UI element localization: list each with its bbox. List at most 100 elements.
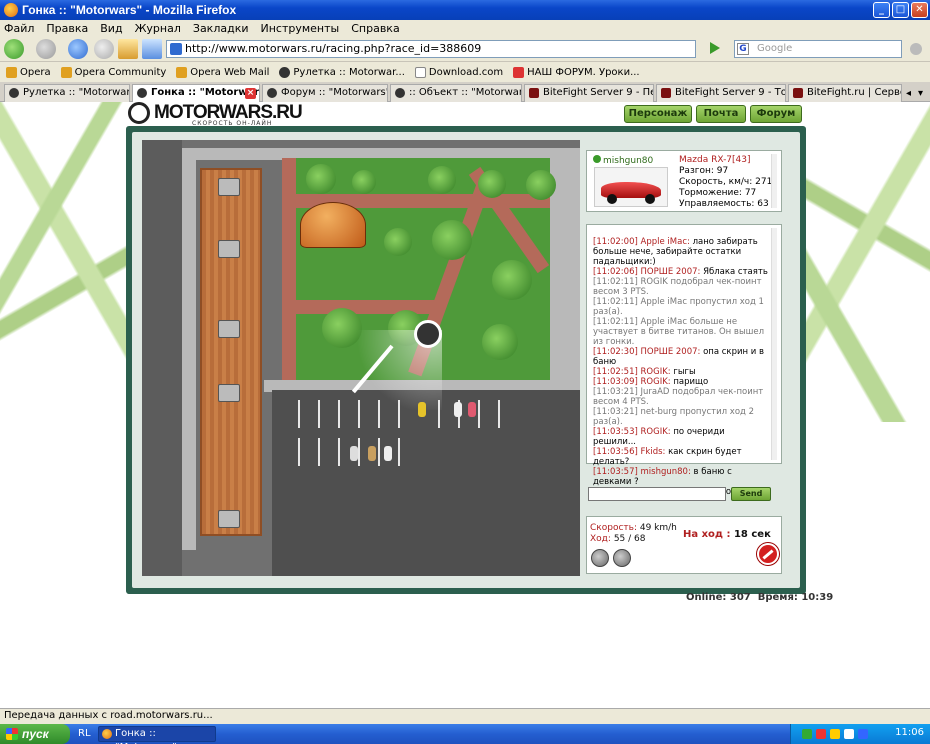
tab-list-icon[interactable]: ▾: [918, 88, 923, 99]
chat-message: [11:02:51] ROGIK: гыгы: [593, 367, 769, 377]
menu-edit[interactable]: Правка: [46, 22, 88, 35]
taskbar-firefox-task[interactable]: Гонка :: "Motorwars"...: [98, 726, 216, 744]
opponent-car[interactable]: [418, 402, 426, 417]
parking-line: [318, 438, 320, 466]
folder-icon: [6, 66, 17, 78]
chat-nick[interactable]: ROGIK:: [641, 367, 671, 377]
bookmark-item[interactable]: Download.com: [414, 66, 503, 78]
opponent-car[interactable]: [368, 446, 376, 461]
bookmark-star-icon[interactable]: [142, 39, 162, 59]
tab-bitefight-3[interactable]: BiteFight.ru | Сервер 9: [788, 84, 902, 102]
tab-race[interactable]: Гонка :: "Motorwars" ×: [132, 84, 260, 102]
map-sidewalk: [182, 160, 196, 550]
moves-readout: Ход: 55 / 68: [590, 534, 646, 544]
ac-unit-icon: [218, 240, 240, 258]
tab-roulette[interactable]: Рулетка :: "Motorwars": [4, 84, 130, 102]
start-button[interactable]: пуск: [0, 724, 70, 744]
maximize-button[interactable]: □: [892, 2, 909, 18]
tab-bitefight-1[interactable]: BiteFight Server 9 - Пе...: [524, 84, 654, 102]
menu-view[interactable]: Вид: [100, 22, 122, 35]
player-car-marker[interactable]: [414, 320, 442, 348]
language-indicator[interactable]: RL: [78, 726, 91, 742]
lightning-icon[interactable]: [591, 549, 609, 567]
minimize-button[interactable]: _: [873, 2, 890, 18]
race-map[interactable]: [142, 140, 580, 576]
ac-unit-icon: [218, 178, 240, 196]
menu-bar: Файл Правка Вид Журнал Закладки Инструме…: [0, 20, 930, 36]
back-button[interactable]: [4, 39, 24, 59]
chat-timestamp: [11:02:11]: [593, 317, 638, 327]
car-image: [594, 167, 668, 207]
opponent-car[interactable]: [468, 402, 476, 417]
stop-button[interactable]: [94, 39, 114, 59]
home-icon[interactable]: [118, 39, 138, 59]
ac-unit-icon: [218, 320, 240, 338]
opponent-car[interactable]: [384, 446, 392, 461]
menu-file[interactable]: Файл: [4, 22, 34, 35]
search-placeholder: Google: [757, 43, 793, 54]
send-button[interactable]: Send: [731, 487, 771, 501]
tab-scroll-left-icon[interactable]: ◂: [906, 88, 911, 99]
bookmark-item[interactable]: Opera Web Mail: [176, 66, 269, 78]
tab-bitefight-2[interactable]: BiteFight Server 9 - То...: [656, 84, 786, 102]
menu-tools[interactable]: Инструменты: [261, 22, 340, 35]
chat-bubble-icon[interactable]: [613, 549, 631, 567]
player-name[interactable]: mishgun80: [593, 155, 653, 166]
personal-button[interactable]: Персонаж: [624, 105, 692, 123]
forward-button[interactable]: [36, 39, 56, 59]
mail-button[interactable]: Почта: [696, 105, 746, 123]
chat-nick[interactable]: ROGIK:: [641, 427, 671, 437]
bookmark-item[interactable]: Opera: [6, 66, 51, 78]
opponent-car[interactable]: [350, 446, 358, 461]
chat-nick[interactable]: Fkids:: [641, 447, 666, 457]
chat-timestamp: [11:02:51]: [593, 367, 638, 377]
search-input[interactable]: G Google: [734, 40, 902, 58]
tray-icon[interactable]: [844, 729, 854, 739]
quit-race-icon[interactable]: [757, 543, 779, 565]
chat-timestamp: [11:03:56]: [593, 447, 638, 457]
tab-object[interactable]: :: Объект :: "Motorwars": [390, 84, 522, 102]
close-button[interactable]: ✕: [911, 2, 928, 18]
stat-acceleration: Разгон: 97: [679, 166, 729, 176]
chat-input[interactable]: [588, 487, 726, 501]
tab-bar: Рулетка :: "Motorwars" Гонка :: "Motorwa…: [0, 82, 930, 102]
bookmark-item[interactable]: Рулетка :: Motorwar...: [279, 66, 405, 78]
bookmark-item[interactable]: Opera Community: [60, 66, 166, 78]
bookmark-item[interactable]: НАШ ФОРУМ. Уроки...: [513, 66, 640, 78]
chat-message: [11:02:00] Apple iMac: лано забирать бол…: [593, 237, 769, 267]
car-model[interactable]: Mazda RX-7[43]: [679, 155, 772, 166]
windows-logo-icon: [6, 728, 18, 740]
tray-icon[interactable]: [830, 729, 840, 739]
folder-icon: [60, 66, 72, 78]
motorwars-icon: [267, 88, 277, 98]
chat-nick[interactable]: Apple iMac:: [641, 237, 690, 247]
tab-forum[interactable]: Форум :: "Motorwars": [262, 84, 388, 102]
windows-taskbar: пуск RL Гонка :: "Motorwars"... 11:06: [0, 724, 930, 744]
menu-help[interactable]: Справка: [351, 22, 399, 35]
chat-scrollbar[interactable]: [771, 228, 777, 460]
tray-icon[interactable]: [816, 729, 826, 739]
tab-close-icon[interactable]: ×: [245, 88, 256, 99]
chat-nick[interactable]: mishgun80:: [641, 467, 691, 477]
menu-history[interactable]: Журнал: [135, 22, 181, 35]
site-logo[interactable]: MOTORWARS.RU СКОРОСТЬ ОН-ЛАЙН: [128, 102, 303, 127]
tree-icon: [384, 228, 412, 256]
car-stats: Mazda RX-7[43] Разгон: 97 Скорость, км/ч…: [679, 155, 772, 210]
chat-nick[interactable]: ROGIK:: [641, 377, 671, 387]
motorwars-icon: [137, 88, 147, 98]
chat-message: [11:03:21] net-burg пропустил ход 2 раз(…: [593, 407, 769, 427]
chat-nick[interactable]: ПОРШЕ 2007:: [641, 267, 701, 277]
url-bar[interactable]: http://www.motorwars.ru/racing.php?race_…: [166, 40, 696, 58]
forum-button[interactable]: Форум: [750, 105, 802, 123]
reload-button[interactable]: [68, 39, 88, 59]
online-counter: Online: 307 Время: 10:39: [686, 592, 834, 603]
opponent-car[interactable]: [454, 402, 462, 417]
tray-icon[interactable]: [802, 729, 812, 739]
tree-icon: [492, 260, 532, 300]
menu-bookmarks[interactable]: Закладки: [193, 22, 249, 35]
go-button[interactable]: [710, 42, 720, 54]
tray-icon[interactable]: [858, 729, 868, 739]
chat-nick[interactable]: ПОРШЕ 2007:: [641, 347, 701, 357]
info-scrollbar[interactable]: [771, 154, 777, 208]
chat-timestamp: [11:03:57]: [593, 467, 638, 477]
